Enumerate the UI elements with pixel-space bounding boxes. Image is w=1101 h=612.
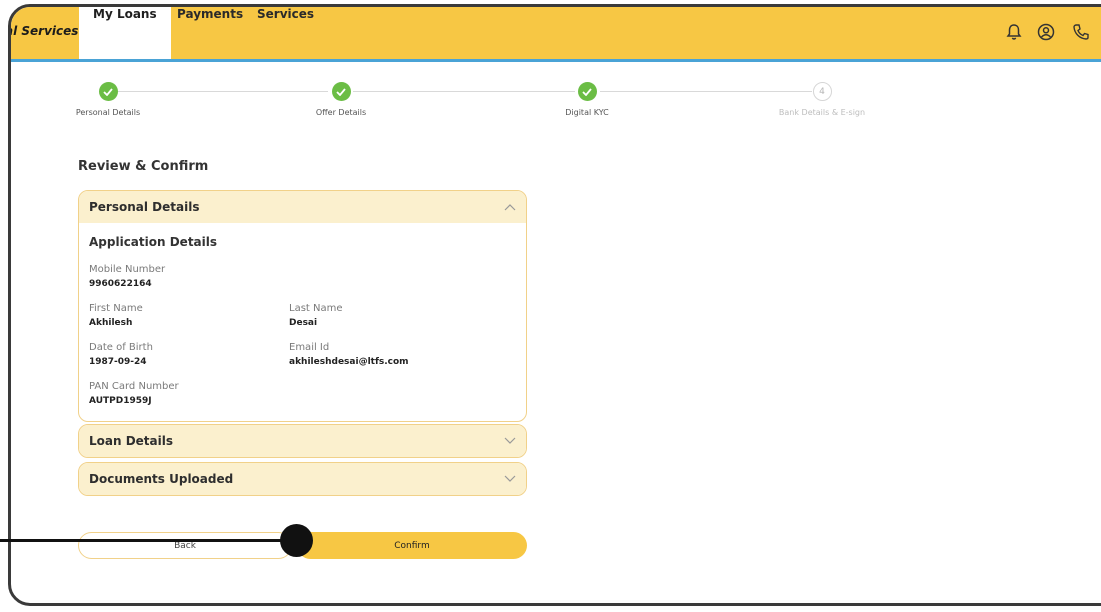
step-personal-details: Personal Details: [38, 82, 178, 117]
app-window: al Services My Loans Payments Services P…: [8, 4, 1101, 606]
chevron-down-icon: [504, 437, 516, 444]
last-name-value: Desai: [289, 318, 318, 328]
check-icon: [577, 82, 597, 101]
chevron-up-icon: [504, 204, 516, 211]
annotation-pointer-dot: [280, 524, 313, 557]
date-of-birth-value: 1987-09-24: [89, 357, 147, 367]
email-id-value: akhileshdesai@ltfs.com: [289, 357, 409, 367]
phone-icon[interactable]: [1071, 22, 1091, 42]
first-name-label: First Name: [89, 303, 143, 314]
documents-uploaded-panel: Documents Uploaded: [78, 462, 527, 496]
check-icon: [98, 82, 118, 101]
step-offer-details: Offer Details: [271, 82, 411, 117]
confirm-button[interactable]: Confirm: [297, 532, 527, 559]
step-digital-kyc: Digital KYC: [517, 82, 657, 117]
personal-details-panel: Personal Details Application Details Mob…: [78, 190, 527, 422]
step-label: Personal Details: [75, 108, 141, 117]
mobile-number-label: Mobile Number: [89, 264, 166, 275]
loan-details-panel: Loan Details: [78, 424, 527, 458]
back-button[interactable]: Back: [78, 532, 292, 559]
user-profile-icon[interactable]: [1036, 22, 1056, 42]
first-name-value: Akhilesh: [89, 318, 133, 328]
loan-details-header[interactable]: Loan Details: [79, 425, 526, 457]
top-navigation-bar: al Services My Loans Payments Services: [11, 7, 1101, 62]
nav-my-loans[interactable]: My Loans: [79, 7, 171, 59]
personal-details-header[interactable]: Personal Details: [79, 191, 526, 223]
pan-card-value: AUTPD1959J: [89, 396, 152, 406]
progress-stepper: Personal Details Offer Details Digital K…: [11, 82, 1101, 132]
page-title: Review & Confirm: [78, 159, 209, 174]
personal-details-body: Application Details Mobile Number 996062…: [79, 223, 526, 421]
mobile-number-value: 9960622164: [89, 279, 152, 289]
annotation-pointer-line: [0, 539, 296, 542]
last-name-label: Last Name: [289, 303, 343, 314]
step-bank-details-esign: 4 Bank Details & E-sign: [752, 82, 892, 117]
brand-name: al Services: [8, 24, 79, 38]
panel-title: Loan Details: [89, 434, 174, 448]
documents-uploaded-header[interactable]: Documents Uploaded: [79, 463, 526, 495]
panel-title: Personal Details: [89, 200, 200, 214]
chevron-down-icon: [504, 475, 516, 482]
step-label: Digital KYC: [565, 108, 609, 117]
step-label: Bank Details & E-sign: [778, 108, 866, 117]
email-id-label: Email Id: [289, 342, 330, 353]
pan-card-label: PAN Card Number: [89, 381, 179, 392]
nav-services[interactable]: Services: [243, 7, 328, 59]
bell-icon[interactable]: [1004, 22, 1024, 42]
date-of-birth-label: Date of Birth: [89, 342, 153, 353]
step-number: 4: [812, 82, 832, 101]
panel-title: Documents Uploaded: [89, 472, 234, 486]
section-subtitle: Application Details: [89, 235, 218, 249]
step-label: Offer Details: [315, 108, 367, 117]
check-icon: [331, 82, 351, 101]
